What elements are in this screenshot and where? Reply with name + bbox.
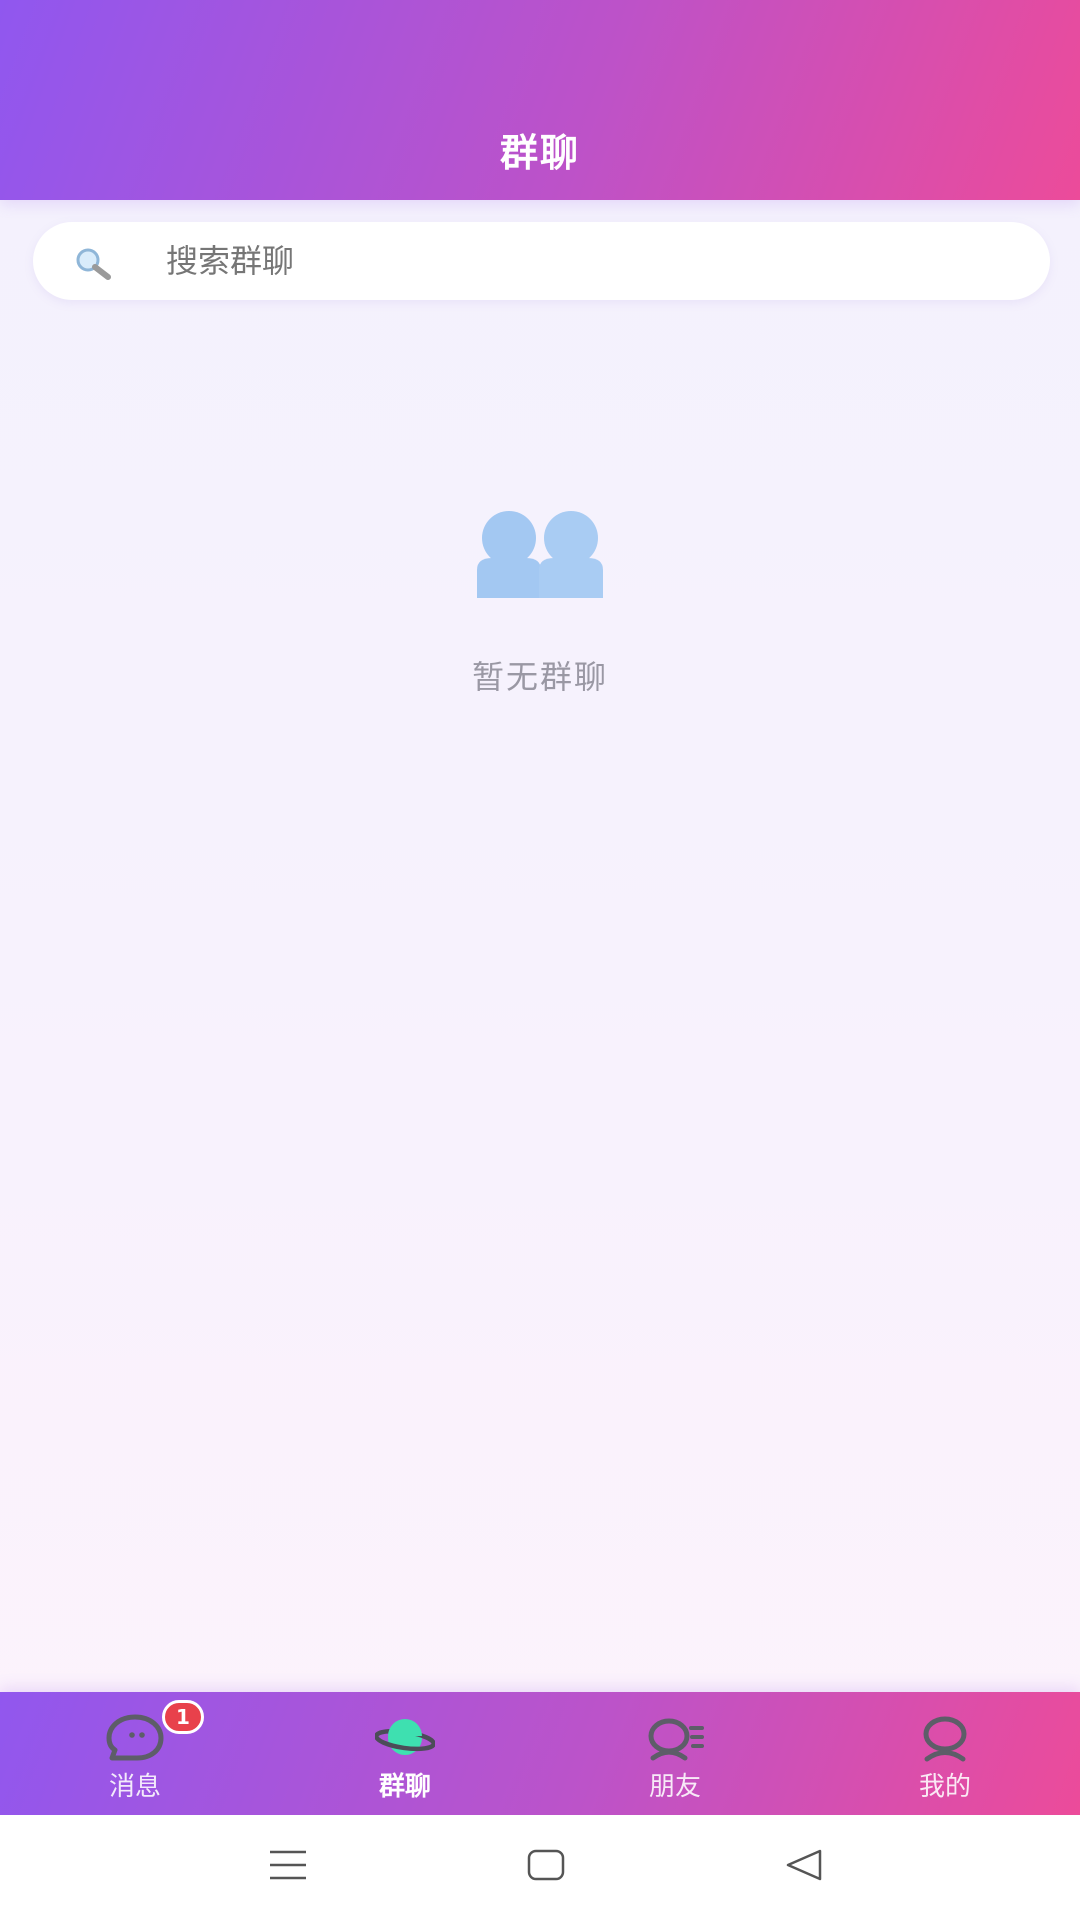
back-icon[interactable] [784, 1845, 824, 1885]
search-icon [76, 248, 111, 280]
unread-badge: 1 [162, 1700, 204, 1734]
tab-label: 群聊 [378, 1772, 431, 1802]
page-title: 群聊 [499, 131, 580, 175]
app-header: 群聊 [0, 0, 1080, 200]
empty-state-text: 暂无群聊 [471, 658, 608, 696]
tab-messages[interactable]: 1 消息 [0, 1692, 270, 1815]
search-bar[interactable] [33, 222, 1050, 300]
system-navigation-bar [0, 1815, 1080, 1920]
tab-profile[interactable]: 我的 [810, 1692, 1080, 1815]
menu-icon[interactable] [268, 1845, 308, 1885]
group-users-icon [477, 511, 603, 598]
tab-friends[interactable]: 朋友 [540, 1692, 810, 1815]
tab-group-chat[interactable]: 群聊 [270, 1692, 540, 1815]
tab-label: 朋友 [648, 1772, 701, 1802]
search-input[interactable] [166, 222, 1006, 300]
home-icon[interactable] [526, 1845, 566, 1885]
planet-icon [375, 1719, 435, 1755]
tab-label: 消息 [108, 1772, 161, 1802]
profile-icon [923, 1716, 967, 1762]
chat-bubble-icon [106, 1714, 164, 1761]
tab-label: 我的 [918, 1772, 971, 1802]
bottom-tab-bar: 1 消息 群聊 朋友 我的 [0, 1692, 1080, 1815]
friends-icon [648, 1718, 704, 1761]
